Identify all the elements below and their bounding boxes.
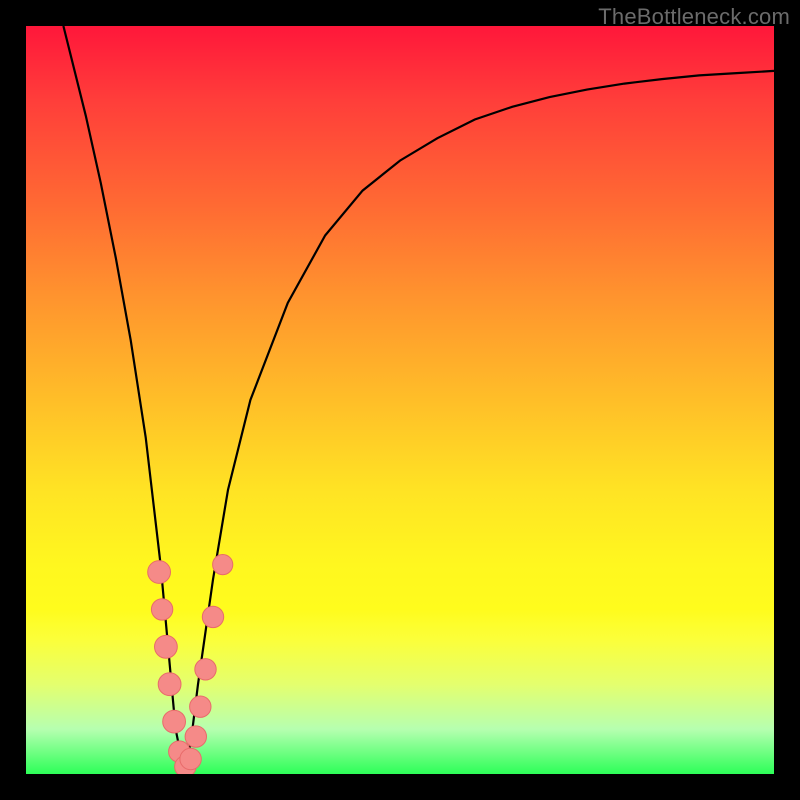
- data-marker: [202, 606, 223, 627]
- data-marker: [163, 710, 186, 733]
- data-marker: [148, 561, 171, 584]
- data-marker: [151, 599, 172, 620]
- data-marker: [195, 659, 216, 680]
- marker-group: [148, 555, 233, 775]
- data-marker: [180, 748, 201, 769]
- chart-frame: TheBottleneck.com: [0, 0, 800, 800]
- plot-area: [26, 26, 774, 774]
- data-marker: [213, 555, 233, 575]
- data-marker: [190, 696, 211, 717]
- watermark-label: TheBottleneck.com: [598, 4, 790, 30]
- data-marker: [158, 673, 181, 696]
- chart-svg: [26, 26, 774, 774]
- data-marker: [155, 635, 178, 658]
- data-marker: [185, 726, 206, 747]
